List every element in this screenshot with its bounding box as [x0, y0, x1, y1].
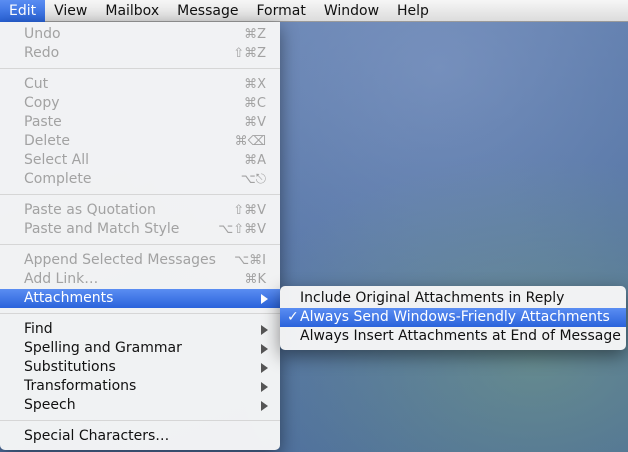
menu-item-transformations[interactable]: Transformations	[0, 377, 280, 396]
shortcut-label: ⌘V	[244, 115, 266, 130]
menu-item-label: Paste and Match Style	[24, 221, 180, 237]
menu-item-spelling-grammar[interactable]: Spelling and Grammar	[0, 339, 280, 358]
menu-item-cut[interactable]: Cut ⌘X	[0, 75, 280, 94]
menu-separator	[0, 244, 280, 245]
menu-item-label: Spelling and Grammar	[24, 340, 182, 356]
submenu-arrow-icon	[261, 382, 268, 392]
menu-item-windows-friendly-attachments[interactable]: ✓ Always Send Windows-Friendly Attachmen…	[280, 308, 626, 327]
menubar-window[interactable]: Window	[315, 0, 388, 22]
menu-item-include-original-attachments[interactable]: Include Original Attachments in Reply	[280, 289, 626, 308]
submenu-arrow-icon	[261, 325, 268, 335]
menu-item-label: Transformations	[24, 378, 137, 394]
menubar-view[interactable]: View	[45, 0, 96, 22]
menu-item-undo[interactable]: Undo ⌘Z	[0, 25, 280, 44]
menu-item-label: Redo	[24, 45, 60, 61]
menu-item-label: Speech	[24, 397, 76, 413]
menu-item-label: Attachments	[24, 290, 114, 306]
menu-item-label: Undo	[24, 26, 61, 42]
menu-item-label: Substitutions	[24, 359, 116, 375]
menu-item-label: Always Send Windows-Friendly Attachments	[300, 309, 610, 325]
shortcut-label: ⌘A	[244, 153, 266, 168]
shortcut-label: ⌥⎋	[240, 172, 266, 187]
menu-item-paste[interactable]: Paste ⌘V	[0, 113, 280, 132]
shortcut-label: ⌥⇧⌘V	[218, 222, 266, 237]
shortcut-label: ⌘X	[244, 77, 266, 92]
menu-item-label: Add Link…	[24, 271, 99, 287]
shortcut-label: ⇧⌘V	[233, 203, 266, 218]
menu-separator	[0, 313, 280, 314]
submenu-arrow-icon	[261, 344, 268, 354]
menu-separator	[0, 420, 280, 421]
menu-item-label: Special Characters…	[24, 428, 170, 444]
menu-item-paste-as-quotation[interactable]: Paste as Quotation ⇧⌘V	[0, 201, 280, 220]
menu-item-special-characters[interactable]: Special Characters…	[0, 427, 280, 446]
menu-item-label: Select All	[24, 152, 89, 168]
checkmark-icon: ✓	[287, 309, 299, 325]
menu-item-insert-attachments-at-end[interactable]: Always Insert Attachments at End of Mess…	[280, 327, 626, 346]
menubar-format[interactable]: Format	[247, 0, 314, 22]
menu-separator	[0, 68, 280, 69]
menu-item-label: Complete	[24, 171, 92, 187]
shortcut-label: ⌘K	[244, 272, 266, 287]
menu-item-select-all[interactable]: Select All ⌘A	[0, 151, 280, 170]
menu-item-label: Cut	[24, 76, 49, 92]
menu-item-label: Always Insert Attachments at End of Mess…	[300, 328, 621, 344]
menu-item-append-selected-messages[interactable]: Append Selected Messages ⌥⌘I	[0, 251, 280, 270]
menu-item-label: Paste	[24, 114, 62, 130]
menubar-help[interactable]: Help	[388, 0, 438, 22]
menu-item-copy[interactable]: Copy ⌘C	[0, 94, 280, 113]
menu-item-label: Append Selected Messages	[24, 252, 216, 268]
shortcut-label: ⇧⌘Z	[233, 46, 266, 61]
attachments-submenu: Include Original Attachments in Reply ✓ …	[280, 286, 626, 350]
menubar-mailbox[interactable]: Mailbox	[96, 0, 168, 22]
menu-item-label: Find	[24, 321, 53, 337]
menu-item-find[interactable]: Find	[0, 320, 280, 339]
shortcut-label: ⌘Z	[244, 27, 266, 42]
submenu-arrow-icon	[261, 363, 268, 373]
shortcut-label: ⌥⌘I	[234, 253, 266, 268]
menu-item-substitutions[interactable]: Substitutions	[0, 358, 280, 377]
menubar-message[interactable]: Message	[168, 0, 247, 22]
menu-bar: Edit View Mailbox Message Format Window …	[0, 0, 628, 22]
submenu-arrow-icon	[261, 401, 268, 411]
menu-item-add-link[interactable]: Add Link… ⌘K	[0, 270, 280, 289]
shortcut-label: ⌘C	[243, 96, 266, 111]
menu-item-label: Delete	[24, 133, 70, 149]
menu-item-label: Include Original Attachments in Reply	[300, 290, 565, 306]
menu-item-complete[interactable]: Complete ⌥⎋	[0, 170, 280, 189]
menu-item-speech[interactable]: Speech	[0, 396, 280, 415]
menu-item-label: Copy	[24, 95, 60, 111]
edit-menu: Undo ⌘Z Redo ⇧⌘Z Cut ⌘X Copy ⌘C Paste ⌘V…	[0, 22, 280, 450]
menu-item-attachments[interactable]: Attachments	[0, 289, 280, 308]
menu-item-paste-match-style[interactable]: Paste and Match Style ⌥⇧⌘V	[0, 220, 280, 239]
menu-item-label: Paste as Quotation	[24, 202, 156, 218]
menu-item-delete[interactable]: Delete ⌘⌫	[0, 132, 280, 151]
menu-separator	[0, 194, 280, 195]
menubar-edit[interactable]: Edit	[0, 0, 46, 22]
submenu-arrow-icon	[261, 294, 268, 304]
shortcut-label: ⌘⌫	[234, 134, 266, 149]
menu-item-redo[interactable]: Redo ⇧⌘Z	[0, 44, 280, 63]
